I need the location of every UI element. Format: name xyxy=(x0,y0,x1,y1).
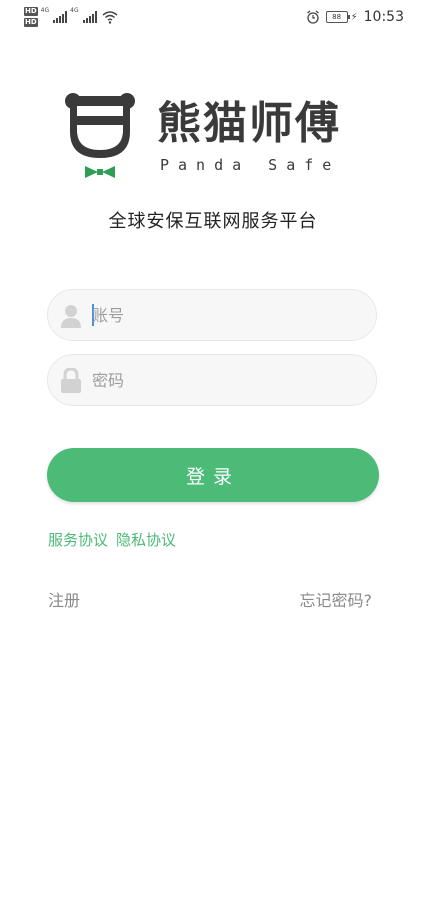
status-bar: HD HD 4G 4G 88 ⚡ 10:53 xyxy=(0,0,426,36)
clock: 10:53 xyxy=(363,9,404,25)
network-type: 4G xyxy=(70,7,79,14)
alarm-icon xyxy=(306,10,319,24)
service-agreement-link[interactable]: 服务协议 xyxy=(48,531,108,549)
forgot-password-link[interactable]: 忘记密码? xyxy=(300,587,373,611)
tagline: 全球安保互联网服务平台 xyxy=(108,211,318,232)
panda-logo-icon xyxy=(65,93,135,178)
user-icon xyxy=(61,305,81,328)
account-input[interactable] xyxy=(92,300,362,330)
status-right: 88 ⚡ 10:53 xyxy=(306,9,404,25)
wifi-icon xyxy=(102,11,118,24)
privacy-agreement-link[interactable]: 隐私协议 xyxy=(116,531,176,549)
hd-badges: HD HD xyxy=(24,7,38,27)
brand-logo: 熊猫师傅 Panda Safe xyxy=(65,92,365,184)
hd-badge: HD xyxy=(24,7,38,16)
battery-icon: 88 xyxy=(325,11,350,23)
brand-subtitle: Panda Safe xyxy=(160,156,341,174)
network-type: 4G xyxy=(40,7,50,14)
charging-icon: ⚡ xyxy=(350,11,358,23)
register-link[interactable]: 注册 xyxy=(48,587,80,611)
account-field[interactable] xyxy=(47,289,377,341)
brand-name: 熊猫师傅 xyxy=(157,98,341,149)
signal-icon xyxy=(82,11,97,23)
signal-icon xyxy=(53,11,68,23)
password-field[interactable] xyxy=(47,354,377,406)
agreement-links: 服务协议 隐私协议 xyxy=(48,529,176,550)
login-button[interactable]: 登录 xyxy=(47,448,379,502)
status-left: HD HD 4G 4G xyxy=(24,7,118,31)
lock-icon xyxy=(61,368,81,393)
hd-badge: HD xyxy=(24,18,38,27)
password-input[interactable] xyxy=(92,365,362,395)
